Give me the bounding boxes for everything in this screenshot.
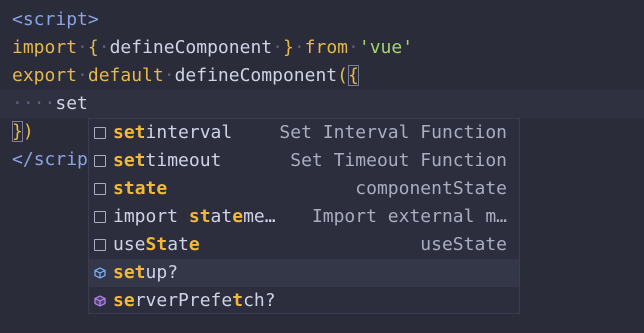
module-string: 'vue': [358, 37, 414, 58]
current-line-highlight: [0, 90, 644, 118]
suggestion-detail: componentState: [355, 178, 507, 199]
keyword-import: import: [12, 37, 78, 58]
code-line-4[interactable]: ····set: [12, 90, 88, 118]
tag-open: <: [12, 9, 23, 30]
brace-close: }: [282, 37, 294, 58]
paren-open: (: [337, 65, 348, 86]
code-line-6: </scrip: [12, 146, 88, 174]
suggestion-detail: useState: [420, 234, 507, 255]
tag-close: >: [87, 9, 99, 30]
suggestion-widget[interactable]: setinterval Set Interval Function settim…: [88, 118, 520, 314]
brace-open-highlighted: {: [347, 65, 359, 86]
suggestion-item[interactable]: settimeout Set Timeout Function: [89, 147, 519, 175]
suggestion-item[interactable]: setinterval Set Interval Function: [89, 119, 519, 147]
keyword-export: export: [12, 65, 78, 86]
suggestion-match: set: [113, 122, 146, 143]
suggestion-label: state: [113, 178, 168, 199]
suggestion-match: set: [113, 262, 146, 283]
tag-name: scrip: [33, 149, 88, 170]
brace-close-highlighted: }: [12, 121, 23, 142]
suggestion-detail: Import external m…: [311, 206, 507, 227]
function-name: defineComponent: [174, 65, 338, 86]
code-line-2: import·{·defineComponent·}·from·'vue': [12, 37, 414, 58]
suggestion-item[interactable]: useState useState: [89, 231, 519, 259]
suggestion-item-selected[interactable]: setup?: [89, 259, 519, 287]
tag-open: </: [12, 149, 34, 170]
suggestion-label: useState: [113, 234, 200, 255]
tag-name: script: [22, 9, 88, 30]
suggestion-rest: interval: [145, 122, 233, 143]
suggestion-rest: timeout: [145, 150, 222, 171]
square-icon: [94, 127, 106, 139]
paren-close: ): [22, 121, 34, 142]
code-line-1: <script>: [12, 6, 99, 34]
suggestion-item[interactable]: serverPrefetch?: [89, 287, 519, 315]
suggestion-item[interactable]: state componentState: [89, 175, 519, 203]
suggestion-detail: Set Timeout Function: [290, 150, 507, 171]
square-icon: [94, 155, 106, 167]
cube-icon: [94, 267, 106, 279]
suggestion-item[interactable]: import stateme… Import external m…: [89, 203, 519, 231]
keyword-from: from: [304, 37, 349, 58]
square-icon: [94, 239, 106, 251]
brace-open: {: [87, 37, 99, 58]
typed-text: set: [55, 93, 88, 114]
square-icon: [94, 211, 106, 223]
square-icon: [94, 183, 106, 195]
suggestion-detail: Set Interval Function: [279, 122, 507, 143]
code-line-3: export·default·defineComponent({: [12, 65, 359, 86]
suggestion-rest: up?: [145, 262, 179, 283]
suggestion-match: set: [113, 150, 146, 171]
code-line-5: }): [12, 118, 34, 146]
indent-guides: ····: [12, 93, 56, 114]
suggestion-label: import stateme…: [113, 206, 276, 227]
keyword-default: default: [87, 65, 164, 86]
suggestion-label: serverPrefetch?: [113, 290, 276, 311]
identifier: defineComponent: [109, 37, 273, 58]
cube-icon: [94, 295, 106, 307]
